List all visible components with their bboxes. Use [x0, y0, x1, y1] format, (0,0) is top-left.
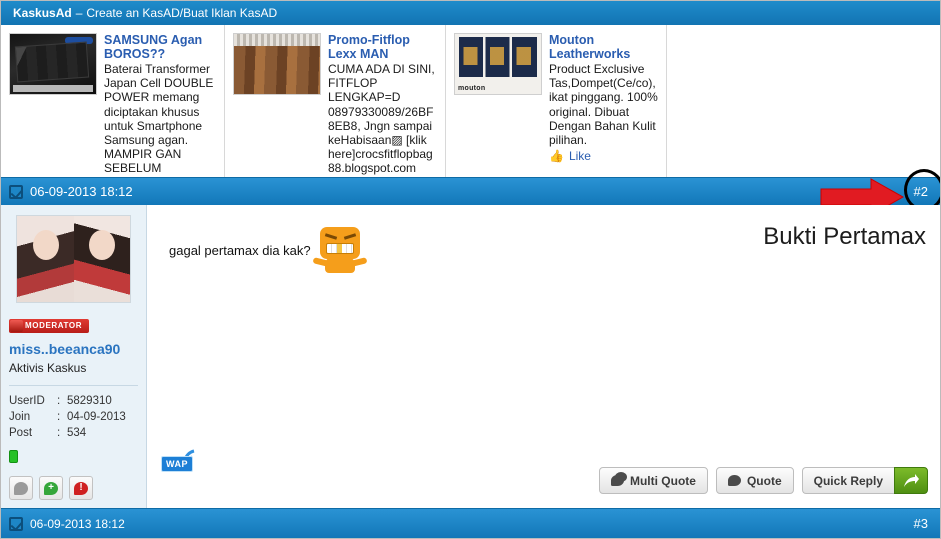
- post-toolbar: Multi Quote Quote Quick Reply: [598, 467, 928, 494]
- ad-card-2[interactable]: mouton Mouton Leatherworks Product Exclu…: [446, 25, 667, 177]
- username-link[interactable]: miss..beeanca90: [9, 341, 138, 357]
- view-profile-button[interactable]: [9, 476, 33, 500]
- stat-value: 534: [67, 426, 87, 439]
- ad-card-0[interactable]: SAMSUNG Agan BOROS?? Baterai Transformer…: [1, 25, 225, 177]
- reply-arrow-icon: [904, 473, 919, 487]
- user-title-label: Aktivis Kaskus: [9, 360, 87, 375]
- double-speech-bubble-icon: [610, 472, 627, 486]
- speech-bubble-icon: [727, 475, 741, 486]
- stat-colon: :: [57, 426, 61, 439]
- stat-key: Join: [9, 410, 31, 423]
- ad-body-1: CUMA ADA DI SINI, FITFLOP LENGKAP=D 0897…: [328, 62, 435, 177]
- online-status-indicator-icon: [9, 449, 18, 463]
- quick-reply-label: Quick Reply: [813, 473, 883, 488]
- ad-like-2[interactable]: 👍 Like: [549, 149, 660, 163]
- ad-title-2[interactable]: Mouton Leatherworks: [549, 33, 660, 61]
- title-dash: –: [75, 6, 83, 20]
- profile-icon: [14, 481, 28, 495]
- ad-strip: SAMSUNG Agan BOROS?? Baterai Transformer…: [1, 25, 940, 177]
- window-title-bar: KaskusAd – Create an KasAD/Buat Iklan Ka…: [1, 1, 940, 25]
- post-date-label: 06-09-2013 18:12: [30, 184, 133, 199]
- multi-quote-button[interactable]: Multi Quote: [598, 467, 708, 494]
- checked-box-icon[interactable]: [9, 184, 23, 199]
- report-post-button[interactable]: !: [69, 476, 93, 500]
- quote-button[interactable]: Quote: [715, 467, 794, 494]
- post-footer-number-label[interactable]: #3: [914, 516, 928, 531]
- app-brand-label: KaskusAd: [13, 6, 72, 20]
- ad-thumbnail-sandals[interactable]: [233, 33, 321, 95]
- page-title: Bukti Pertamax: [763, 223, 926, 250]
- quote-label: Quote: [746, 473, 782, 488]
- grinning-orange-smiley-icon: [312, 227, 368, 273]
- status-badge: MODERATOR: [9, 318, 90, 333]
- kaskus-thread-screenshot: KaskusAd – Create an KasAD/Buat Iklan Ka…: [0, 0, 941, 539]
- thumbs-up-icon: 👍: [549, 149, 564, 164]
- ad-body-2: Product Exclusive Tas,Dompet(Ce/co), ika…: [549, 62, 658, 148]
- ad-thumbnail-samsung-battery[interactable]: [9, 33, 97, 95]
- ad-card-1[interactable]: Promo-Fitflop Lexx MAN CUMA ADA DI SINI,…: [225, 25, 446, 177]
- user-action-buttons: + !: [9, 476, 93, 500]
- user-stat-join: Join : 04-09-2013: [9, 409, 138, 425]
- wap-badge-label: WAP: [161, 456, 194, 472]
- post-user-column: MODERATOR miss..beeanca90 Aktivis Kaskus…: [1, 205, 147, 508]
- ad-body-0: Baterai Transformer Japan Cell DOUBLE PO…: [104, 62, 214, 177]
- multi-quote-label: Multi Quote: [629, 473, 696, 488]
- reply-arrow-button[interactable]: [894, 467, 928, 494]
- ad-title-0[interactable]: SAMSUNG Agan BOROS??: [104, 33, 218, 61]
- stat-key: UserID: [9, 394, 45, 407]
- user-stat-userid: UserID : 5829310: [9, 393, 138, 409]
- ad-slot-empty: [667, 25, 940, 177]
- ad-title-1[interactable]: Promo-Fitflop Lexx MAN: [328, 33, 439, 61]
- user-stat-post: Post : 534: [9, 425, 138, 441]
- avatar[interactable]: [16, 215, 131, 303]
- stat-colon: :: [57, 394, 61, 407]
- add-friend-button[interactable]: +: [39, 476, 63, 500]
- post-message-text: gagal pertamax dia kak?: [169, 242, 311, 258]
- quick-reply-group: Quick Reply: [801, 467, 928, 494]
- quick-reply-button[interactable]: Quick Reply: [801, 467, 894, 494]
- post-footer-bar: 06-09-2013 18:12 #3: [1, 508, 940, 538]
- post-body: MODERATOR miss..beeanca90 Aktivis Kaskus…: [1, 205, 940, 508]
- stat-value: 5829310: [67, 394, 112, 407]
- window-title-label: Create an KasAD/Buat Iklan KasAD: [86, 6, 278, 20]
- exclamation-bubble-icon: !: [74, 481, 88, 495]
- user-divider: [9, 384, 138, 386]
- plus-bubble-icon: +: [44, 481, 58, 495]
- post-number-label[interactable]: #2: [914, 184, 928, 199]
- stat-value: 04-09-2013: [67, 410, 126, 423]
- checked-box-icon[interactable]: [9, 516, 23, 531]
- ad-like-label-2[interactable]: Like: [569, 149, 591, 163]
- ad-thumbnail-leather-bags[interactable]: mouton: [454, 33, 542, 95]
- ad-watermark-2: mouton: [458, 85, 486, 92]
- post-content-column: Bukti Pertamax gagal pertamax dia kak? W…: [147, 205, 940, 508]
- post-header-bar: 06-09-2013 18:12 #2: [1, 177, 940, 205]
- post-footer-date-label: 06-09-2013 18:12: [30, 516, 125, 531]
- stat-colon: :: [57, 410, 61, 423]
- stat-key: Post: [9, 426, 33, 439]
- wap-signal-icon: WAP: [161, 448, 203, 474]
